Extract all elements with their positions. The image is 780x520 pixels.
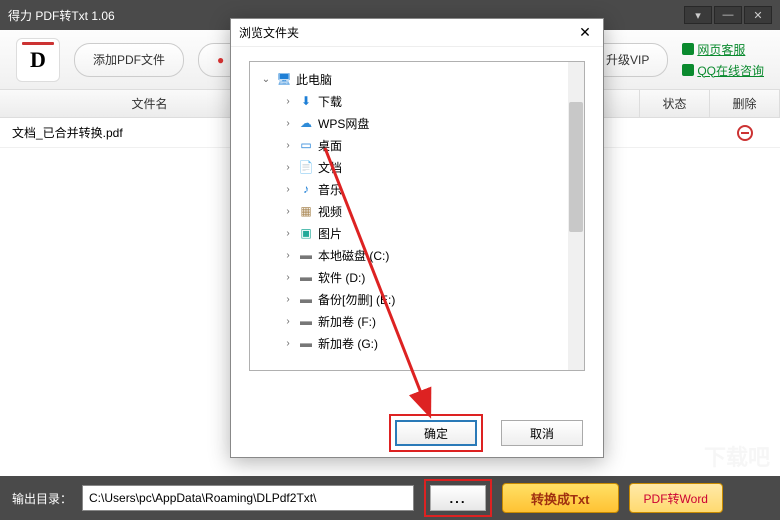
dialog-cancel-button[interactable]: 取消 xyxy=(501,420,583,446)
folder-icon: ♪ xyxy=(298,181,314,197)
tree-node[interactable]: › ♪音乐 xyxy=(254,178,580,200)
folder-icon: ▬ xyxy=(298,247,314,263)
folder-icon: ▣ xyxy=(298,225,314,241)
folder-icon: ▦ xyxy=(298,203,314,219)
browse-button[interactable]: ... xyxy=(430,485,486,511)
tree-node-label: 本地磁盘 (C:) xyxy=(318,247,389,264)
folder-icon: ▭ xyxy=(298,137,314,153)
expand-icon[interactable]: › xyxy=(282,294,294,305)
computer-icon: 🖥 xyxy=(276,71,292,87)
folder-icon: ▬ xyxy=(298,291,314,307)
folder-icon: ▬ xyxy=(298,335,314,351)
tree-node[interactable]: › ⬇下载 xyxy=(254,90,580,112)
tree-node-label: 新加卷 (F:) xyxy=(318,313,376,330)
ok-highlight: 确定 xyxy=(389,414,483,452)
support-icon xyxy=(682,43,694,55)
tree-node[interactable]: › ▬软件 (D:) xyxy=(254,266,580,288)
tree-node-label: 此电脑 xyxy=(296,71,332,88)
expand-icon[interactable]: › xyxy=(282,162,294,173)
dialog-close-button[interactable]: ✕ xyxy=(575,23,595,43)
link-web-support[interactable]: 网页客服 xyxy=(682,41,764,58)
close-button[interactable]: ✕ xyxy=(744,6,772,24)
col-delete: 删除 xyxy=(710,90,780,117)
delete-icon[interactable] xyxy=(737,125,753,141)
dialog-title: 浏览文件夹 xyxy=(239,24,299,41)
add-pdf-button[interactable]: 添加PDF文件 xyxy=(74,43,184,77)
convert-txt-button[interactable]: 转换成Txt xyxy=(502,483,619,513)
tree-node[interactable]: › ▬备份[勿删] (E:) xyxy=(254,288,580,310)
expand-icon[interactable]: › xyxy=(282,316,294,327)
tree-node[interactable]: › ▦视频 xyxy=(254,200,580,222)
expand-icon[interactable]: › xyxy=(282,118,294,129)
expand-icon[interactable]: › xyxy=(282,338,294,349)
tree-node[interactable]: › ▬新加卷 (F:) xyxy=(254,310,580,332)
tree-node-label: 图片 xyxy=(318,225,342,242)
scrollbar-thumb[interactable] xyxy=(569,102,583,232)
tree-node-label: 备份[勿删] (E:) xyxy=(318,291,395,308)
folder-icon: ▬ xyxy=(298,269,314,285)
tree-node-label: 软件 (D:) xyxy=(318,269,365,286)
browse-highlight: ... xyxy=(424,479,492,517)
folder-icon: ☁ xyxy=(298,115,314,131)
expand-icon[interactable]: › xyxy=(282,250,294,261)
link-qq-support[interactable]: QQ在线咨询 xyxy=(682,62,764,79)
expand-icon[interactable]: › xyxy=(282,96,294,107)
qq-icon xyxy=(682,64,694,76)
dialog-ok-button[interactable]: 确定 xyxy=(395,420,477,446)
tree-node[interactable]: › ▭桌面 xyxy=(254,134,580,156)
app-logo-icon: D xyxy=(16,38,60,82)
tree-node-label: 桌面 xyxy=(318,137,342,154)
expand-icon[interactable]: ⌄ xyxy=(260,74,272,85)
tree-node-label: WPS网盘 xyxy=(318,115,369,132)
expand-icon[interactable]: › xyxy=(282,272,294,283)
upgrade-vip-label: 升级VIP xyxy=(606,51,649,68)
tree-node-root[interactable]: ⌄ 🖥 此电脑 xyxy=(254,68,580,90)
tree-node-label: 视频 xyxy=(318,203,342,220)
col-status: 状态 xyxy=(640,90,710,117)
tree-node[interactable]: › ☁WPS网盘 xyxy=(254,112,580,134)
output-dir-label: 输出目录： xyxy=(12,490,72,507)
add-pdf-label: 添加PDF文件 xyxy=(93,51,165,68)
expand-icon[interactable]: › xyxy=(282,228,294,239)
tree-node-label: 下载 xyxy=(318,93,342,110)
settings-icon[interactable]: ▾ xyxy=(684,6,712,24)
expand-icon[interactable]: › xyxy=(282,206,294,217)
tree-node-label: 文档 xyxy=(318,159,342,176)
tree-node[interactable]: › 📄文档 xyxy=(254,156,580,178)
expand-icon[interactable]: › xyxy=(282,140,294,151)
tree-node[interactable]: › ▬新加卷 (G:) xyxy=(254,332,580,354)
watermark: 下载吧 xyxy=(704,440,770,472)
browse-folder-dialog: 浏览文件夹 ✕ ⌄ 🖥 此电脑 ›⬇下载›☁WPS网盘›▭桌面›📄文档›♪音乐›… xyxy=(230,18,604,458)
folder-tree[interactable]: ⌄ 🖥 此电脑 ›⬇下载›☁WPS网盘›▭桌面›📄文档›♪音乐›▦视频›▣图片›… xyxy=(249,61,585,371)
tree-node-label: 新加卷 (G:) xyxy=(318,335,378,352)
scrollbar[interactable] xyxy=(568,62,584,370)
folder-icon: ▬ xyxy=(298,313,314,329)
tree-node-label: 音乐 xyxy=(318,181,342,198)
tree-node[interactable]: › ▣图片 xyxy=(254,222,580,244)
output-dir-input[interactable] xyxy=(82,485,414,511)
expand-icon[interactable]: › xyxy=(282,184,294,195)
convert-word-button[interactable]: PDF转Word xyxy=(629,483,723,513)
tree-node[interactable]: › ▬本地磁盘 (C:) xyxy=(254,244,580,266)
minimize-button[interactable]: — xyxy=(714,6,742,24)
folder-icon: 📄 xyxy=(298,159,314,175)
folder-icon: ⬇ xyxy=(298,93,314,109)
